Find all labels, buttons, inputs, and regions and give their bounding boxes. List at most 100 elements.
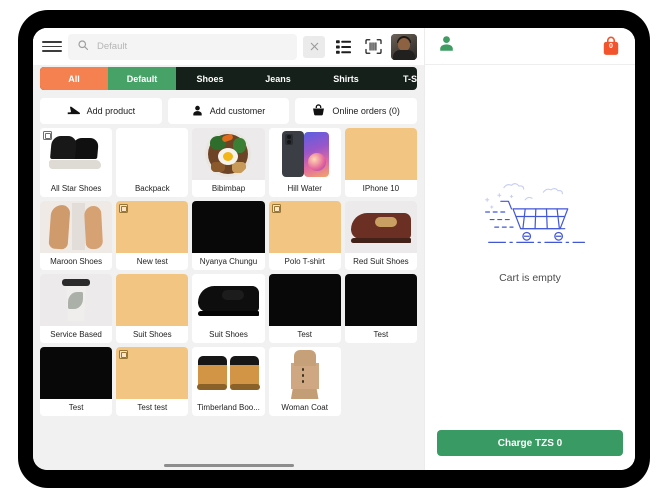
product-thumbnail — [268, 347, 341, 399]
category-tab-all[interactable]: All — [40, 67, 108, 90]
product-name: Bibimbap — [211, 184, 246, 193]
product-card[interactable]: Timberland Boo... — [192, 347, 265, 416]
cart-header: 0 — [425, 28, 635, 65]
product-thumbnail — [40, 274, 113, 326]
product-name: Test — [297, 330, 313, 339]
product-thumbnail: Foodie — [116, 128, 189, 180]
device-notch — [299, 10, 369, 20]
product-card[interactable]: Maroon Shoes — [40, 201, 113, 270]
product-name: Test test — [137, 403, 168, 412]
product-card[interactable]: Foodie Backpack — [116, 128, 189, 197]
product-thumbnail — [116, 347, 189, 399]
category-tab-shirts[interactable]: Shirts — [312, 67, 380, 90]
person-icon — [192, 105, 203, 118]
search-input[interactable] — [89, 41, 293, 52]
product-thumbnail — [192, 128, 265, 180]
product-card[interactable]: Bibimbap — [192, 128, 265, 197]
scrollbar-thumb[interactable] — [163, 463, 294, 467]
product-card[interactable]: Suit Shoes — [192, 274, 265, 343]
product-thumbnail — [192, 347, 265, 399]
product-grid-area: All Star Shoes Foodie Backpack Bibimbap Hill… — [33, 128, 424, 470]
product-card[interactable]: Test — [40, 347, 113, 416]
image-placeholder-icon — [119, 350, 129, 359]
product-thumbnail — [192, 274, 265, 326]
product-name: Woman Coat — [281, 403, 328, 412]
product-name: Maroon Shoes — [50, 257, 103, 266]
category-tab-default[interactable]: Default — [108, 67, 176, 90]
product-thumbnail — [40, 128, 113, 180]
online-orders-label: Online orders (0) — [332, 106, 400, 116]
clear-search-button[interactable] — [303, 35, 325, 58]
product-thumbnail — [116, 274, 189, 326]
product-name: Suit Shoes — [209, 330, 248, 339]
basket-icon — [312, 104, 325, 118]
barcode-scanner-icon[interactable] — [361, 35, 385, 59]
online-orders-button[interactable]: Online orders (0) — [295, 98, 418, 124]
empty-cart-text: Cart is empty — [499, 272, 561, 284]
product-thumbnail — [268, 128, 341, 180]
product-catalog-pane: AllDefaultShoesJeansShirtsT-Shi Add prod… — [33, 28, 424, 470]
product-name: Red Suit Shoes — [353, 257, 409, 266]
category-tabs-strip: AllDefaultShoesJeansShirtsT-Shi — [33, 65, 424, 93]
charge-button[interactable]: Charge TZS 0 — [437, 430, 623, 456]
product-thumbnail — [40, 201, 113, 253]
product-card[interactable]: Test — [268, 274, 341, 343]
cart-bag-button[interactable]: 0 — [599, 34, 623, 58]
product-name: New test — [136, 257, 168, 266]
product-card[interactable]: IPhone 10 — [344, 128, 417, 197]
empty-cart-illustration — [473, 177, 588, 258]
top-bar — [33, 28, 424, 65]
product-name: Backpack — [134, 184, 170, 193]
search-icon — [77, 38, 89, 56]
product-thumbnail — [268, 201, 341, 253]
product-name: Test — [68, 403, 84, 412]
product-name: Service Based — [50, 330, 102, 339]
add-customer-button[interactable]: Add customer — [167, 98, 290, 124]
grid-horizontal-scrollbar[interactable] — [33, 460, 424, 470]
product-name: All Star Shoes — [50, 184, 102, 193]
cart-empty-state: Cart is empty — [425, 65, 635, 430]
product-card[interactable]: Nyanya Chungu — [192, 201, 265, 270]
product-name: Test — [373, 330, 389, 339]
product-thumbnail — [192, 201, 265, 253]
product-card[interactable]: Polo T-shirt — [268, 201, 341, 270]
category-tab-shoes[interactable]: Shoes — [176, 67, 244, 90]
person-icon[interactable] — [438, 35, 455, 57]
product-card[interactable]: Test test — [116, 347, 189, 416]
category-tabs[interactable]: AllDefaultShoesJeansShirtsT-Shi — [40, 67, 417, 90]
product-card[interactable]: New test — [116, 201, 189, 270]
product-card[interactable]: Hill Water — [268, 128, 341, 197]
add-product-button[interactable]: Add product — [40, 98, 162, 124]
cart-footer: Charge TZS 0 — [425, 430, 635, 470]
product-card[interactable]: Suit Shoes — [116, 274, 189, 343]
tablet-device-frame: AllDefaultShoesJeansShirtsT-Shi Add prod… — [18, 10, 650, 488]
product-name: Suit Shoes — [132, 330, 172, 339]
product-name: Hill Water — [287, 184, 322, 193]
image-placeholder-icon — [271, 204, 281, 213]
product-grid: All Star Shoes Foodie Backpack Bibimbap Hill… — [40, 128, 417, 416]
product-name: Timberland Boo... — [197, 403, 260, 412]
product-card[interactable]: All Star Shoes — [40, 128, 113, 197]
product-name: Nyanya Chungu — [199, 257, 258, 266]
product-thumbnail — [116, 201, 189, 253]
product-name: IPhone 10 — [362, 184, 400, 193]
hamburger-menu-icon[interactable] — [42, 37, 62, 57]
category-tab-jeans[interactable]: Jeans — [244, 67, 312, 90]
product-card[interactable]: Woman Coat — [268, 347, 341, 416]
image-placeholder-icon — [119, 204, 129, 213]
product-card[interactable]: Red Suit Shoes — [344, 201, 417, 270]
product-thumbnail — [268, 274, 341, 326]
user-avatar-photo[interactable] — [391, 33, 417, 60]
category-tab-t-shi[interactable]: T-Shi — [380, 67, 417, 90]
add-product-label: Add product — [86, 106, 136, 116]
product-name: Polo T-shirt — [284, 257, 325, 266]
product-thumbnail — [344, 274, 417, 326]
search-bar[interactable] — [68, 33, 297, 60]
shoe-icon — [67, 106, 80, 117]
product-card[interactable]: Service Based — [40, 274, 113, 343]
list-view-icon[interactable] — [331, 35, 355, 59]
product-thumbnail — [40, 347, 113, 399]
quick-actions-row: Add product Add customer Online orders (… — [33, 93, 424, 128]
product-card[interactable]: Test — [344, 274, 417, 343]
cart-pane: 0 Cart is empty Charge TZS 0 — [424, 28, 635, 470]
